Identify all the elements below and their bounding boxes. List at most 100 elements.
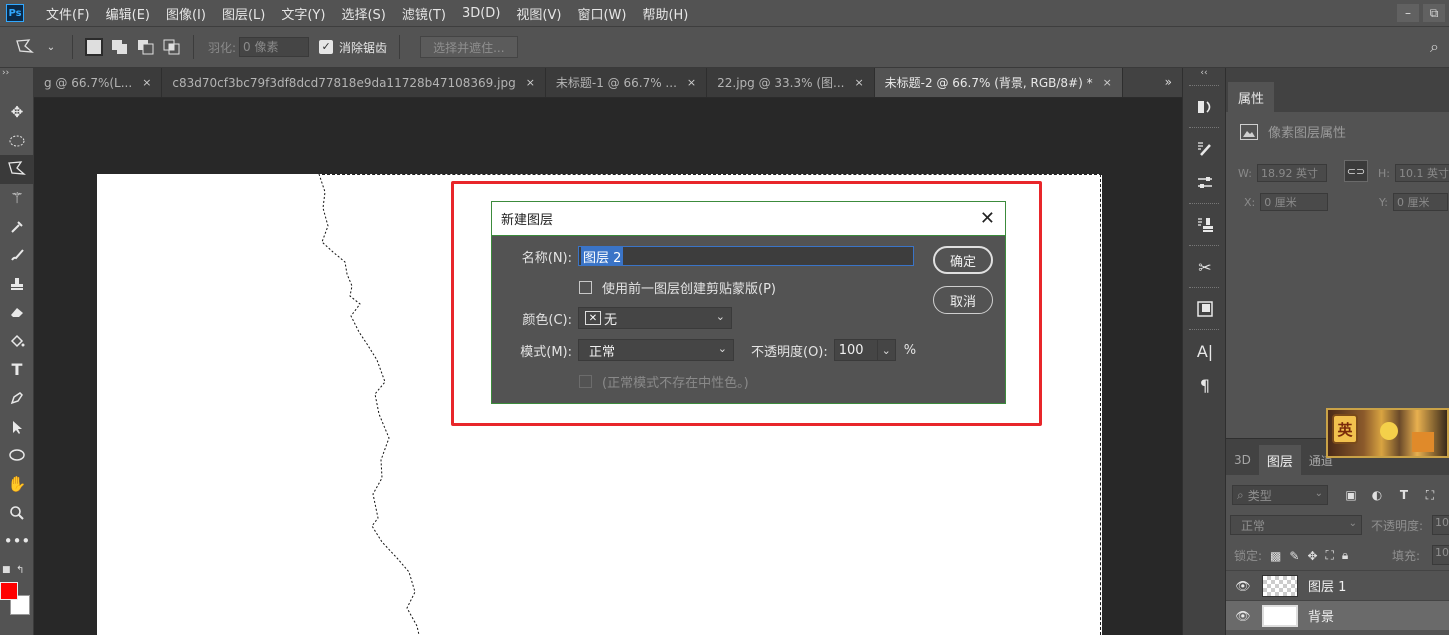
close-icon[interactable]: ×	[142, 76, 151, 89]
magic-wand-icon[interactable]: ⚚	[0, 184, 34, 213]
add-selection-icon[interactable]	[109, 36, 131, 58]
neutral-color-checkbox[interactable]	[579, 375, 592, 388]
move-icon[interactable]: ✥	[0, 98, 34, 127]
hand-icon[interactable]: ✋	[0, 470, 34, 499]
filter-pixel-icon[interactable]: ▣	[1343, 487, 1359, 503]
layer-comps-icon[interactable]	[1183, 292, 1227, 326]
intersect-selection-icon[interactable]	[161, 36, 183, 58]
properties-panel: 属性 像素图层属性 W: 18.92 英寸 ⊂⊃ H: 10.1 英寸 X: 0…	[1226, 68, 1449, 438]
document-tab[interactable]: c83d70cf3bc79f3df8dcd77818e9da11728b4710…	[162, 68, 546, 97]
menu-help[interactable]: 帮助(H)	[634, 4, 696, 23]
ok-button[interactable]: 确定	[933, 246, 993, 274]
collapse-icon[interactable]: ‹‹	[1183, 68, 1225, 82]
brush-settings-icon[interactable]	[1183, 132, 1227, 166]
menu-view[interactable]: 视图(V)	[508, 4, 569, 23]
width-input[interactable]: 18.92 英寸	[1256, 164, 1327, 182]
minimize-button[interactable]: –	[1397, 4, 1419, 22]
chevron-down-icon[interactable]: ⌄	[877, 339, 896, 361]
foreground-color-swatch[interactable]	[0, 582, 18, 600]
eye-icon[interactable]: 👁︎	[1230, 609, 1256, 623]
menu-type[interactable]: 文字(Y)	[273, 4, 333, 23]
lock-artboard-icon[interactable]: ⛶	[1326, 548, 1334, 563]
close-icon[interactable]: ✕	[980, 208, 995, 229]
search-icon[interactable]: ⌕	[1430, 37, 1439, 57]
lock-transparent-icon[interactable]: ▩	[1270, 549, 1281, 563]
adjustments-icon[interactable]	[1183, 166, 1227, 200]
eye-icon[interactable]: 👁︎	[1230, 579, 1256, 593]
subtract-selection-icon[interactable]	[135, 36, 157, 58]
clone-source-icon[interactable]	[1183, 208, 1227, 242]
pen-icon[interactable]	[0, 384, 34, 413]
tab-3d[interactable]: 3D	[1226, 445, 1259, 475]
document-tab[interactable]: g @ 66.7%(L... ×	[34, 68, 163, 97]
document-tab[interactable]: 未标题-1 @ 66.7% ... ×	[545, 68, 708, 97]
lock-position-icon[interactable]: ✥	[1307, 549, 1317, 563]
clip-mask-checkbox[interactable]	[579, 281, 592, 294]
path-select-icon[interactable]	[0, 413, 34, 442]
swap-colors-icon[interactable]: ↰	[16, 565, 24, 576]
menu-edit[interactable]: 编辑(E)	[98, 4, 158, 23]
paint-bucket-icon[interactable]	[0, 327, 34, 356]
eraser-icon[interactable]	[0, 298, 34, 327]
layer-blend-select[interactable]: 正常 ⌄	[1230, 515, 1362, 535]
stamp-icon[interactable]	[0, 270, 34, 299]
collapse-icon[interactable]: ››	[0, 68, 33, 98]
document-tab[interactable]: 22.jpg @ 33.3% (图... ×	[707, 68, 875, 97]
color-select[interactable]: ✕ 无 ⌄	[578, 307, 732, 329]
layer-filter-select[interactable]: ⌕ 类型 ⌄	[1232, 485, 1328, 505]
filter-adjustment-icon[interactable]: ◐	[1369, 487, 1385, 503]
lock-all-icon[interactable]: 🔒︎	[1342, 548, 1348, 563]
layer-row-selected[interactable]: 👁︎ 背景	[1226, 600, 1449, 630]
blend-mode-select[interactable]: 正常 ⌄	[578, 339, 734, 361]
menu-layer[interactable]: 图层(L)	[214, 4, 273, 23]
more-tools-icon[interactable]: •••	[0, 527, 34, 556]
menu-image[interactable]: 图像(I)	[158, 4, 214, 23]
history-icon[interactable]	[1183, 90, 1227, 124]
ellipse-shape-icon[interactable]	[0, 441, 34, 470]
filter-type-icon[interactable]: T	[1396, 487, 1412, 503]
x-input[interactable]: 0 厘米	[1260, 193, 1329, 211]
lock-pixels-icon[interactable]: ✎	[1289, 549, 1299, 563]
layer-opacity-input[interactable]: 100	[1432, 515, 1449, 535]
zoom-icon[interactable]	[0, 498, 34, 527]
polygonal-lasso-icon[interactable]	[14, 36, 36, 58]
layer-name-input[interactable]: 图层 2	[578, 246, 914, 266]
menu-filter[interactable]: 滤镜(T)	[394, 4, 454, 23]
tab-properties[interactable]: 属性	[1228, 82, 1275, 112]
layer-row[interactable]: 👁︎ 图层 1	[1226, 570, 1449, 600]
brush-icon[interactable]	[0, 241, 34, 270]
menu-file[interactable]: 文件(F)	[38, 4, 98, 23]
close-icon[interactable]: ×	[526, 76, 535, 89]
close-icon[interactable]: ×	[687, 76, 696, 89]
close-icon[interactable]: ×	[854, 76, 863, 89]
link-icon[interactable]: ⊂⊃	[1344, 160, 1368, 182]
elliptical-marquee-icon[interactable]	[0, 127, 34, 156]
menu-3d[interactable]: 3D(D)	[454, 6, 508, 21]
opacity-input[interactable]: 100	[833, 339, 878, 361]
antialias-checkbox[interactable]: ✓	[319, 40, 334, 54]
filter-shape-icon[interactable]: ⛶	[1422, 487, 1438, 503]
tab-layers[interactable]: 图层	[1258, 445, 1301, 475]
character-icon[interactable]: A|	[1183, 334, 1227, 368]
default-colors-icon[interactable]: ■	[2, 565, 11, 575]
document-tab-active[interactable]: 未标题-2 @ 66.7% (背景, RGB/8#) * ×	[874, 68, 1123, 97]
paragraph-icon[interactable]: ¶	[1183, 368, 1227, 402]
tool-preset-chevron-icon[interactable]: ⌄	[40, 36, 62, 58]
y-input[interactable]: 0 厘米	[1392, 193, 1448, 211]
menu-window[interactable]: 窗口(W)	[569, 4, 634, 23]
new-selection-icon[interactable]	[83, 36, 105, 58]
height-input[interactable]: 10.1 英寸	[1394, 164, 1449, 182]
tab-overflow-icon[interactable]: »	[1165, 75, 1172, 89]
type-icon[interactable]: T	[0, 355, 34, 384]
close-icon[interactable]: ×	[1103, 76, 1112, 89]
menu-select[interactable]: 选择(S)	[333, 4, 393, 23]
feather-input[interactable]: 0 像素	[239, 37, 310, 57]
cancel-button[interactable]: 取消	[933, 286, 993, 314]
select-and-mask-button[interactable]: 选择并遮住...	[420, 36, 518, 58]
tool-presets-icon[interactable]: ✂	[1183, 250, 1227, 284]
tab-label: 未标题-1 @ 66.7% ...	[555, 76, 677, 90]
polygonal-lasso-icon[interactable]	[0, 155, 34, 184]
fill-input[interactable]: 100	[1432, 545, 1449, 565]
eyedropper-icon[interactable]	[0, 212, 34, 241]
restore-button[interactable]: ⧉	[1423, 4, 1445, 22]
